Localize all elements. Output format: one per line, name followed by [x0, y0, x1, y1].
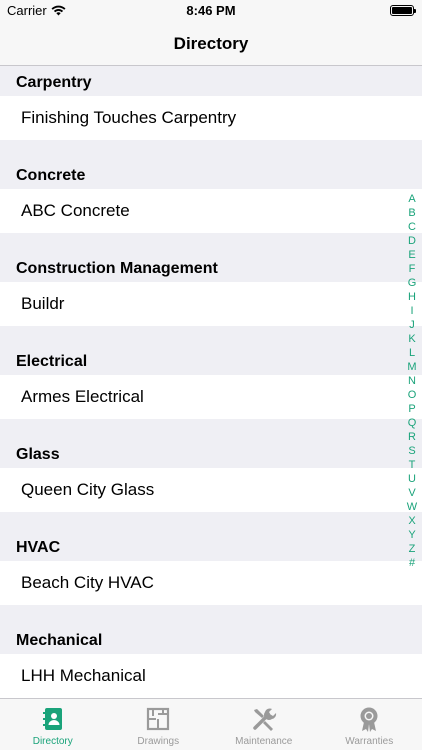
section-header-label: Electrical — [16, 353, 88, 370]
index-letter[interactable]: X — [408, 514, 415, 528]
index-letter[interactable]: B — [408, 206, 415, 220]
section-header: Concrete — [0, 159, 422, 189]
index-letter[interactable]: C — [408, 220, 416, 234]
index-letter[interactable]: M — [407, 360, 416, 374]
tab-directory[interactable]: Directory — [0, 699, 106, 750]
index-letter[interactable]: Q — [408, 416, 417, 430]
tab-bar: Directory Drawings Maintenance Warrantie… — [0, 698, 422, 750]
list-item-label: Buildr — [21, 294, 65, 313]
index-letter[interactable]: P — [408, 402, 415, 416]
section-header: Mechanical — [0, 624, 422, 654]
drawings-icon — [147, 707, 170, 731]
battery-icon — [390, 5, 416, 16]
index-letter[interactable]: Z — [409, 542, 416, 556]
tab-drawings[interactable]: Drawings — [106, 699, 212, 750]
index-letter[interactable]: # — [409, 556, 415, 570]
list-item[interactable]: LHH Mechanical — [0, 654, 422, 698]
index-letter[interactable]: S — [408, 444, 415, 458]
section-header: Carpentry — [0, 66, 422, 96]
status-bar: Carrier 8:46 PM — [0, 0, 422, 22]
status-time: 8:46 PM — [186, 3, 236, 18]
navigation-bar: Directory — [0, 22, 422, 66]
index-letter[interactable]: E — [408, 248, 415, 262]
section-header: HVAC — [0, 531, 422, 561]
list-item-label: Armes Electrical — [21, 387, 144, 406]
index-letter[interactable]: G — [408, 276, 417, 290]
index-letter[interactable]: N — [408, 374, 416, 388]
list-item[interactable]: Armes Electrical — [0, 375, 422, 419]
page-title: Directory — [173, 34, 249, 53]
index-letter[interactable]: T — [409, 458, 416, 472]
tab-warranties[interactable]: Warranties — [317, 699, 422, 750]
tab-label: Warranties — [345, 736, 394, 747]
list-item[interactable]: Finishing Touches Carpentry — [0, 96, 422, 140]
list-item-label: Queen City Glass — [21, 480, 155, 499]
directory-icon — [42, 708, 62, 730]
section-header: Electrical — [0, 345, 422, 375]
list-item-label: ABC Concrete — [21, 201, 130, 220]
tab-label: Directory — [32, 736, 73, 747]
list-item-label: LHH Mechanical — [21, 666, 146, 685]
index-letter[interactable]: D — [408, 234, 416, 248]
index-letter[interactable]: V — [408, 486, 415, 500]
index-letter[interactable]: J — [409, 318, 415, 332]
section-header-label: Construction Management — [16, 260, 218, 277]
tab-label: Drawings — [137, 736, 180, 747]
index-letter[interactable]: R — [408, 430, 416, 444]
list-item-label: Beach City HVAC — [21, 573, 154, 592]
index-letter[interactable]: U — [408, 472, 416, 486]
list-item[interactable]: ABC Concrete — [0, 189, 422, 233]
section-header-label: Glass — [16, 446, 60, 463]
section-header-label: Concrete — [16, 167, 86, 184]
section-header-label: Carpentry — [16, 74, 92, 91]
index-letter[interactable]: I — [410, 304, 413, 318]
section-header-label: Mechanical — [16, 632, 103, 649]
list-item[interactable]: Beach City HVAC — [0, 561, 422, 605]
index-letter[interactable]: A — [408, 192, 415, 206]
index-letter[interactable]: K — [408, 332, 415, 346]
list-item[interactable]: Buildr — [0, 282, 422, 326]
index-letter[interactable]: W — [407, 500, 417, 514]
section-header: Construction Management — [0, 252, 422, 282]
section-header-label: HVAC — [16, 539, 61, 556]
warranties-icon — [360, 707, 378, 732]
index-letter[interactable]: F — [409, 262, 416, 276]
section-index[interactable]: A B C D E F G H I J K L M N O P Q R S T U V W X Y Z # — [405, 192, 419, 570]
list-item-label: Finishing Touches Carpentry — [21, 108, 237, 127]
list-item[interactable]: Queen City Glass — [0, 468, 422, 512]
maintenance-icon — [253, 708, 276, 731]
tab-label: Maintenance — [235, 736, 293, 747]
index-letter[interactable]: Y — [408, 528, 415, 542]
index-letter[interactable]: H — [408, 290, 416, 304]
index-letter[interactable]: O — [408, 388, 417, 402]
directory-list[interactable]: Carpentry Finishing Touches Carpentry Conc… — [0, 66, 422, 698]
section-header: Glass — [0, 438, 422, 468]
index-letter[interactable]: L — [409, 346, 415, 360]
tab-maintenance[interactable]: Maintenance — [211, 699, 317, 750]
